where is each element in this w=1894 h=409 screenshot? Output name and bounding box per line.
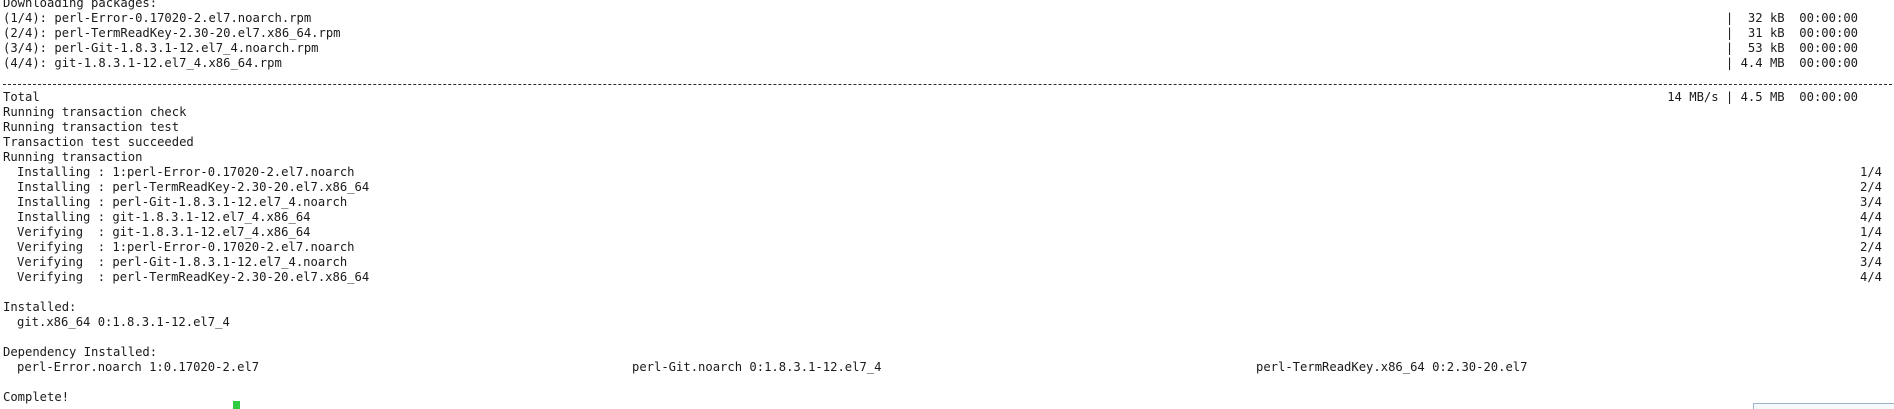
transaction-message-2: Running transaction test [3,120,180,134]
transaction-message-4: Running transaction [3,150,143,164]
download-stats-4: | 4.4 MB 00:00:00 [1725,56,1858,70]
text-cursor [233,401,240,409]
transaction-step-count-7: 3/4 [1859,255,1882,269]
transaction-step-5: Verifying : git-1.8.3.1-12.el7_4.x86_64 [17,225,311,239]
transaction-message-1: Running transaction check [3,105,187,119]
download-package-3: (3/4): perl-Git-1.8.3.1-12.el7_4.noarch.… [3,41,319,55]
dependency-installed-header: Dependency Installed: [3,345,158,359]
transaction-step-6: Verifying : 1:perl-Error-0.17020-2.el7.n… [17,240,355,254]
dependency-package-1: perl-Error.noarch 1:0.17020-2.el7 [17,360,260,374]
dependency-package-2: perl-Git.noarch 0:1.8.3.1-12.el7_4 [632,360,882,374]
transaction-step-4: Installing : git-1.8.3.1-12.el7_4.x86_64 [17,210,311,224]
transaction-step-7: Verifying : perl-Git-1.8.3.1-12.el7_4.no… [17,255,348,269]
transaction-step-count-5: 1/4 [1859,225,1882,239]
terminal-window[interactable]: Downloading packages: (1/4): perl-Error-… [0,0,1894,409]
installed-package: git.x86_64 0:1.8.3.1-12.el7_4 [17,315,230,329]
download-package-2: (2/4): perl-TermReadKey-2.30-20.el7.x86_… [3,26,341,40]
transaction-message-3: Transaction test succeeded [3,135,194,149]
transaction-step-count-8: 4/4 [1859,270,1882,284]
transaction-step-count-3: 3/4 [1859,195,1882,209]
dependency-package-3: perl-TermReadKey.x86_64 0:2.30-20.el7 [1256,360,1528,374]
total-label: Total [3,90,40,104]
download-stats-2: | 31 kB 00:00:00 [1725,26,1858,40]
transaction-step-count-6: 2/4 [1859,240,1882,254]
transaction-step-count-4: 4/4 [1859,210,1882,224]
downloading-header: Downloading packages: [3,0,158,10]
transaction-step-1: Installing : 1:perl-Error-0.17020-2.el7.… [17,165,355,179]
transaction-step-count-2: 2/4 [1859,180,1882,194]
transaction-step-8: Verifying : perl-TermReadKey-2.30-20.el7… [17,270,370,284]
transaction-step-count-1: 1/4 [1859,165,1882,179]
dashed-divider [3,84,1892,85]
total-stats: 14 MB/s | 4.5 MB 00:00:00 [1667,90,1858,104]
installed-header: Installed: [3,300,77,314]
download-package-1: (1/4): perl-Error-0.17020-2.el7.noarch.r… [3,11,312,25]
command-prompt[interactable] [3,401,240,409]
download-stats-3: | 53 kB 00:00:00 [1725,41,1858,55]
download-package-4: (4/4): git-1.8.3.1-12.el7_4.x86_64.rpm [3,56,282,70]
transaction-step-3: Installing : perl-Git-1.8.3.1-12.el7_4.n… [17,195,348,209]
download-stats-1: | 32 kB 00:00:00 [1725,11,1858,25]
scroll-indicator[interactable] [1753,403,1894,409]
transaction-step-2: Installing : perl-TermReadKey-2.30-20.el… [17,180,370,194]
